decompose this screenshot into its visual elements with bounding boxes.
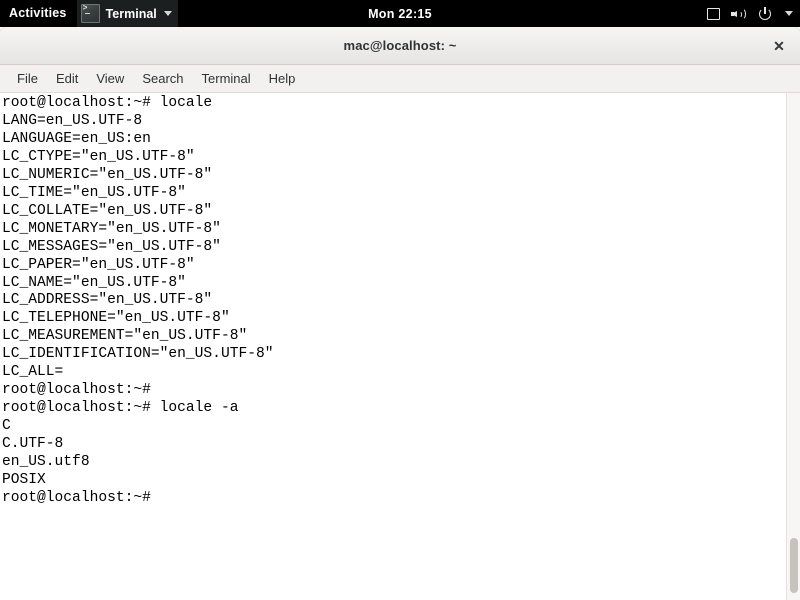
scrollbar[interactable] [786, 93, 800, 600]
terminal-canvas[interactable]: root@localhost:~# locale LANG=en_US.UTF-… [0, 93, 800, 600]
desktop-screen: Activities Terminal Mon 22:15 [0, 0, 800, 600]
app-menu-button[interactable]: Terminal [76, 0, 178, 27]
scrollbar-thumb[interactable] [790, 538, 798, 593]
terminal-window: mac@localhost: ~ ✕ File Edit View Search… [0, 27, 800, 600]
app-menu-label: Terminal [105, 6, 157, 21]
activities-label: Activities [9, 6, 67, 20]
menu-bar: File Edit View Search Terminal Help [0, 65, 800, 93]
terminal-icon [80, 4, 100, 23]
system-tray[interactable] [707, 0, 793, 27]
volume-icon[interactable] [731, 7, 748, 21]
terminal-output[interactable]: root@localhost:~# locale LANG=en_US.UTF-… [0, 93, 274, 508]
display-icon[interactable] [707, 7, 720, 20]
menu-item-file[interactable]: File [8, 65, 47, 92]
close-icon[interactable]: ✕ [768, 35, 790, 57]
window-title: mac@localhost: ~ [343, 38, 457, 53]
clock-label: Mon 22:15 [368, 6, 432, 21]
menu-item-help[interactable]: Help [260, 65, 305, 92]
activities-button[interactable]: Activities [0, 0, 77, 27]
menu-item-search[interactable]: Search [133, 65, 192, 92]
power-icon[interactable] [759, 6, 773, 21]
menu-item-terminal[interactable]: Terminal [193, 65, 260, 92]
window-titlebar[interactable]: mac@localhost: ~ ✕ [0, 27, 800, 65]
chevron-down-icon [163, 11, 172, 16]
tray-chevron-down-icon[interactable] [785, 11, 793, 16]
menu-item-edit[interactable]: Edit [47, 65, 87, 92]
gnome-top-bar: Activities Terminal Mon 22:15 [0, 0, 800, 27]
menu-item-view[interactable]: View [87, 65, 133, 92]
